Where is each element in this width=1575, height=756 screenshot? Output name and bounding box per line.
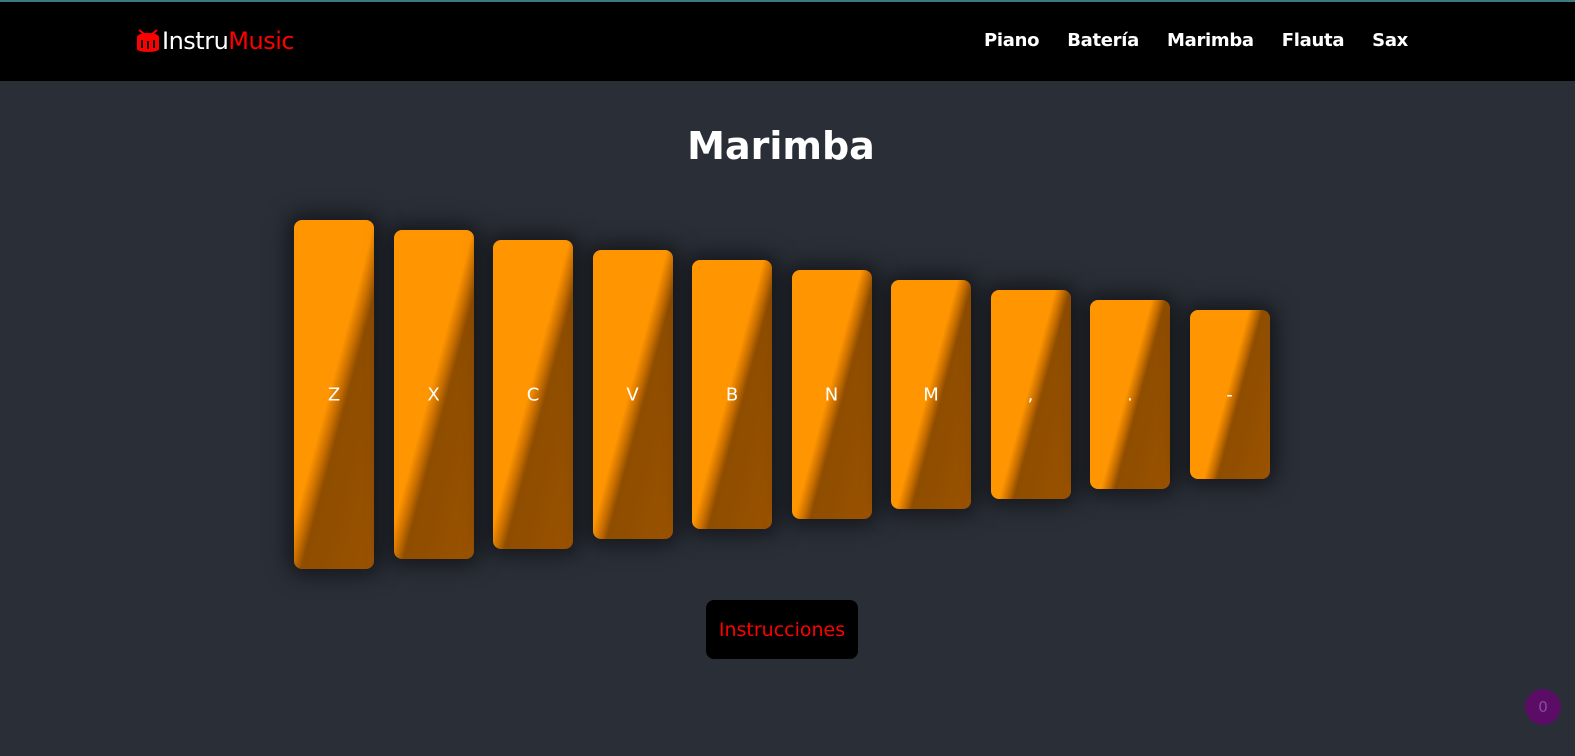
- marimba-bar[interactable]: X: [393, 230, 474, 559]
- marimba-bar-key-label: V: [626, 384, 639, 405]
- marimba-bar[interactable]: -: [1189, 310, 1270, 479]
- main-nav: Piano Batería Marimba Flauta Sax: [984, 30, 1408, 51]
- marimba-bar-key-label: N: [824, 384, 839, 405]
- marimba-bar-key-label: C: [526, 384, 540, 405]
- marimba-bar-key-label: X: [427, 384, 440, 405]
- marimba-bar[interactable]: M: [891, 280, 971, 509]
- brand-text-instru: Instru: [162, 27, 229, 55]
- brand-text-music: Music: [228, 27, 295, 55]
- marimba-bar[interactable]: N: [791, 270, 872, 519]
- marimba-bar-key-label: B: [725, 384, 739, 405]
- marimba-bar-key-label: M: [923, 384, 939, 405]
- marimba-bar[interactable]: C: [493, 240, 573, 549]
- marimba-bar[interactable]: B: [692, 260, 772, 529]
- marimba-bar-key-label: -: [1226, 384, 1233, 405]
- marimba-bar[interactable]: V: [592, 250, 673, 539]
- nav-link-sax[interactable]: Sax: [1372, 30, 1408, 51]
- marimba-bar[interactable]: .: [1090, 300, 1170, 489]
- instructions-button[interactable]: Instrucciones: [706, 600, 858, 659]
- drum-icon: [137, 29, 159, 52]
- nav-link-piano[interactable]: Piano: [984, 30, 1040, 51]
- marimba-bar-key-label: Z: [327, 384, 341, 405]
- counter-badge: 0: [1525, 689, 1561, 725]
- nav-link-marimba[interactable]: Marimba: [1167, 30, 1254, 51]
- navbar: Instru Music Piano Batería Marimba Flauta…: [0, 2, 1575, 81]
- marimba-bar[interactable]: ,: [990, 290, 1071, 499]
- marimba-bar-key-label: .: [1127, 384, 1133, 405]
- nav-link-bateria[interactable]: Batería: [1067, 30, 1139, 51]
- nav-link-flauta[interactable]: Flauta: [1282, 30, 1345, 51]
- marimba-bar[interactable]: Z: [294, 220, 374, 569]
- marimba-bars: Z X C V B N M,. -: [294, 220, 1270, 570]
- page-title: Marimba: [687, 124, 875, 168]
- brand-logo[interactable]: Instru Music: [135, 25, 295, 57]
- marimba-bar-key-label: ,: [1027, 384, 1034, 405]
